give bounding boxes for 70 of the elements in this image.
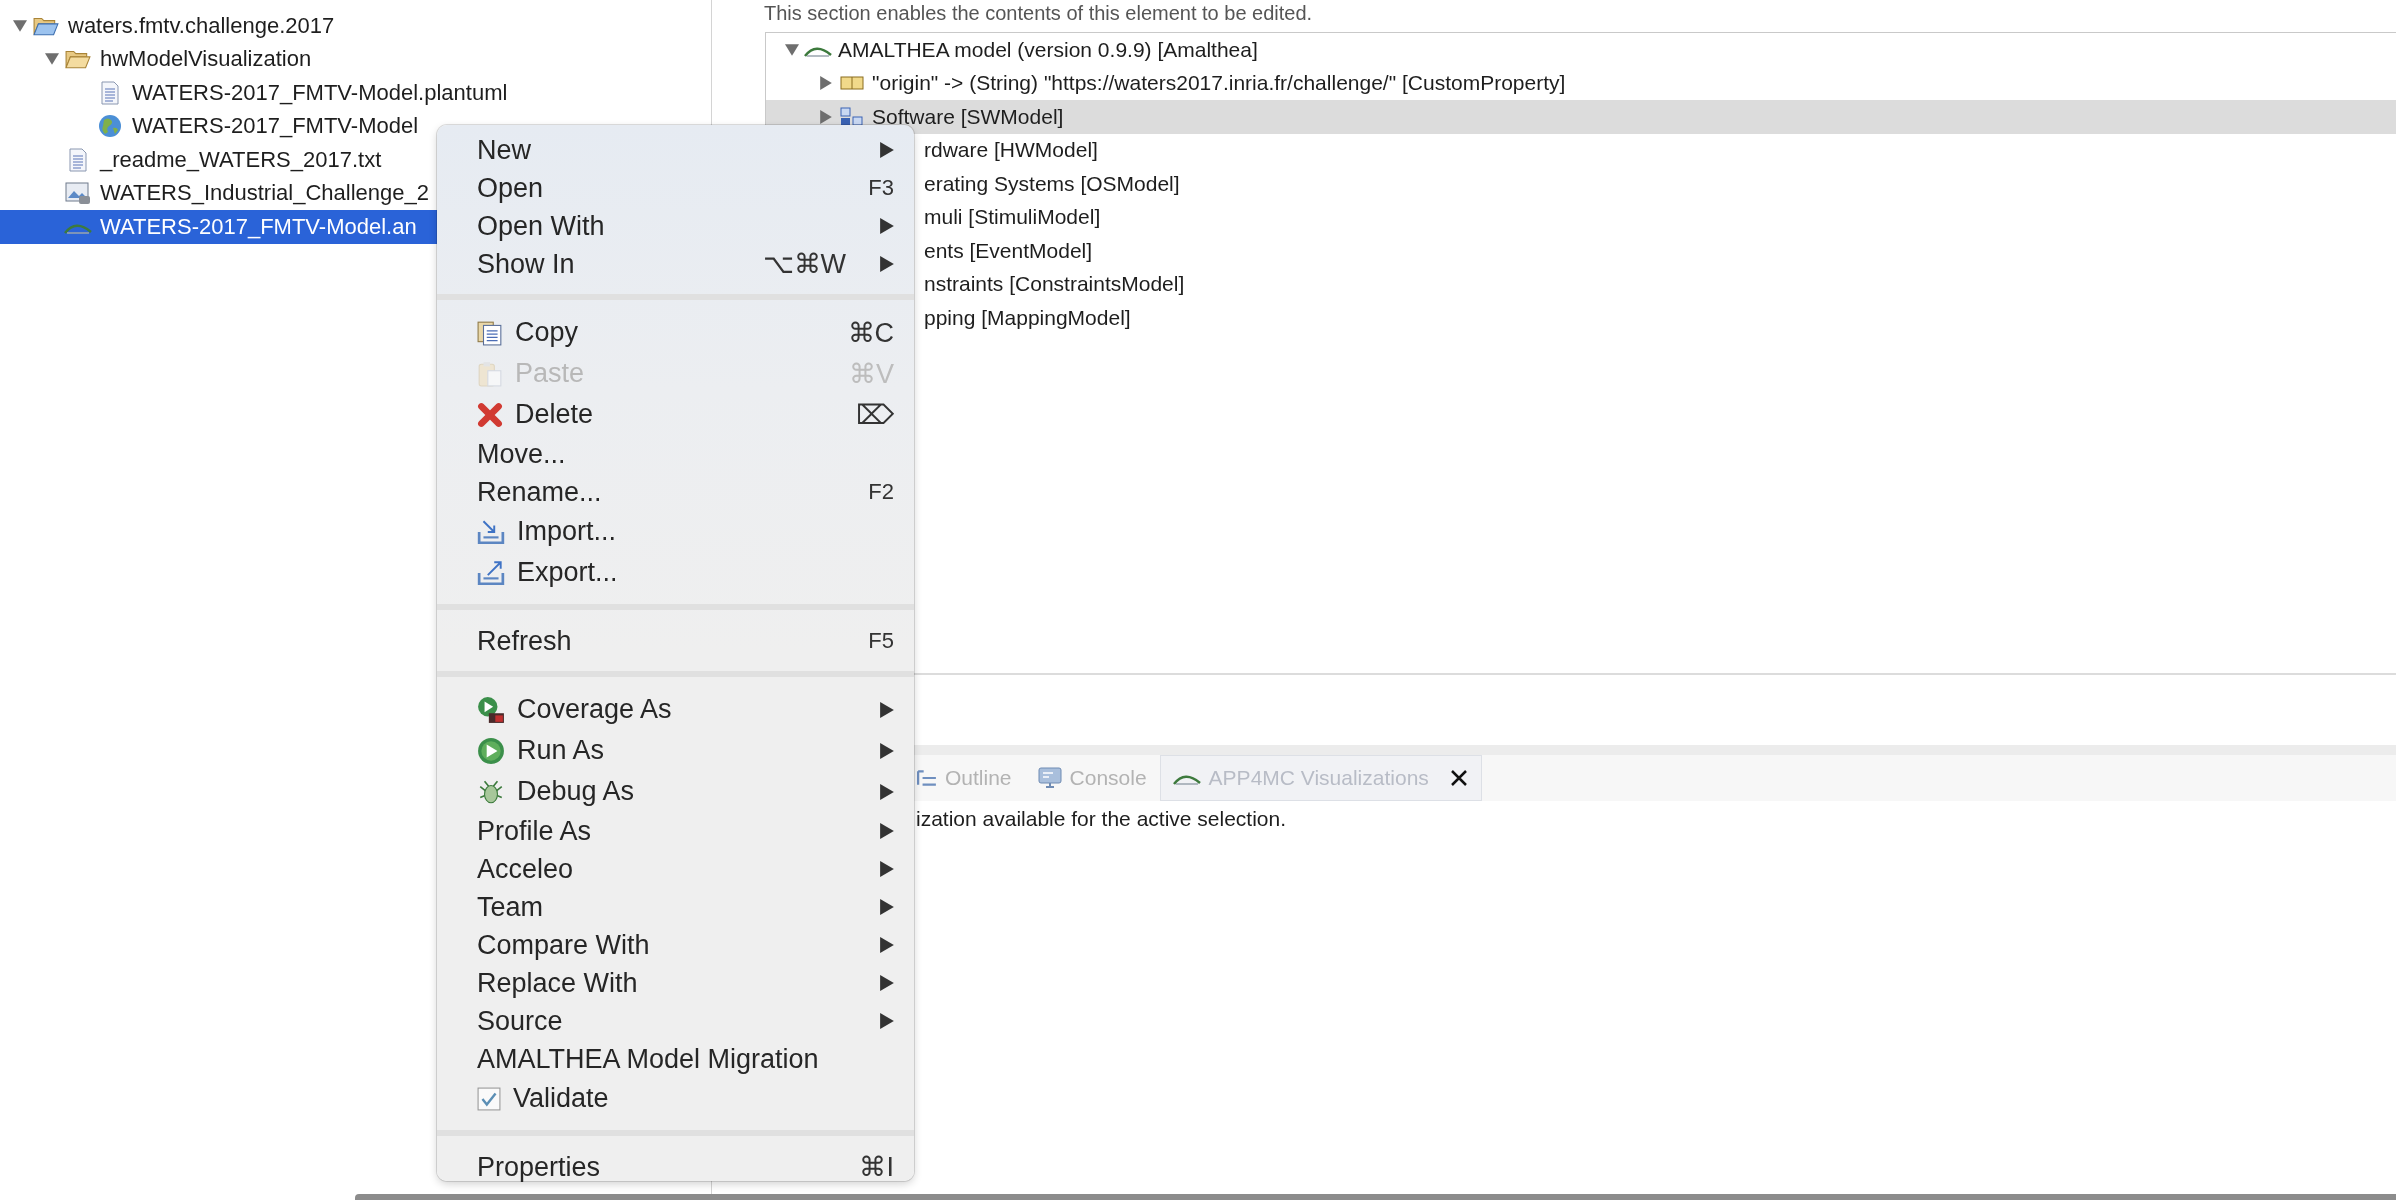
menu-item[interactable]: Validate (437, 1078, 914, 1119)
book-icon (840, 75, 864, 92)
menu-item[interactable]: Delete ⌦ (437, 394, 914, 435)
play-icon (477, 736, 505, 765)
tree-item[interactable]: "origin" -> (String) "https://waters2017.inria.fr/challenge/" [CustomProperty] (766, 66, 2396, 100)
tree-item[interactable]: waters.fmtv.challenge.2017 (0, 9, 711, 43)
menu-item[interactable]: Properties ⌘I (437, 1148, 914, 1186)
submenu-arrow-icon (880, 783, 894, 800)
monitor-icon (1037, 767, 1062, 789)
menu-item[interactable]: Coverage As (437, 689, 914, 730)
outline-icon (917, 770, 937, 786)
tree-item[interactable]: WATERS-2017_FMTV-Model.plantuml (0, 76, 711, 110)
menu-item[interactable]: Profile As (437, 812, 914, 850)
text-file-icon (68, 147, 88, 172)
shortcut-label: ⌘I (859, 1151, 894, 1183)
submenu-arrow-icon (880, 975, 894, 991)
menu-item[interactable]: Import... (437, 511, 914, 552)
submenu-arrow-icon (880, 218, 894, 234)
collapsed-triangle-icon[interactable] (819, 76, 833, 91)
tree-item[interactable]: Software [SWModel] (766, 100, 2396, 134)
menu-item[interactable]: Team (437, 888, 914, 926)
shortcut-label: ⌦ (856, 398, 894, 431)
menu-item[interactable]: Open F3 (437, 169, 914, 207)
tree-item[interactable]: AMALTHEA model (version 0.9.9) [Amalthea] (766, 33, 2396, 67)
blocks-icon (840, 106, 864, 127)
globe-icon (98, 114, 122, 139)
submenu-arrow-icon (880, 899, 894, 915)
menu-item[interactable]: Source (437, 1002, 914, 1040)
expanded-triangle-icon[interactable] (13, 18, 27, 33)
menu-item[interactable]: AMALTHEA Model Migration (437, 1040, 914, 1078)
tree-item[interactable]: hwModelVisualization (0, 42, 711, 76)
shortcut-label: ⌥⌘W (762, 248, 846, 280)
expanded-triangle-icon[interactable] (785, 42, 799, 57)
menu-item[interactable]: Export... (437, 552, 914, 593)
menu-item[interactable]: Move... (437, 435, 914, 473)
image-file-icon (65, 181, 91, 206)
submenu-arrow-icon (880, 701, 894, 718)
clipboard-icon (477, 360, 503, 387)
checkbox[interactable] (477, 1086, 501, 1111)
open-folder-icon (65, 48, 91, 71)
collapsed-triangle-icon[interactable] (819, 109, 833, 124)
submenu-arrow-icon (880, 861, 894, 877)
status-message: ization available for the active selection. (915, 806, 1288, 831)
expanded-triangle-icon[interactable] (45, 52, 59, 67)
submenu-arrow-icon (880, 1013, 894, 1029)
menu-item[interactable]: Copy ⌘C (437, 312, 914, 353)
menu-item[interactable]: Replace With (437, 964, 914, 1002)
shortcut-label: ⌘C (847, 316, 894, 349)
submenu-arrow-icon (880, 256, 894, 272)
menu-item[interactable]: Show In ⌥⌘W (437, 245, 914, 283)
menu-item[interactable]: Rename... F2 (437, 473, 914, 511)
coverage-icon (477, 695, 505, 724)
shortcut-label: F2 (868, 479, 894, 505)
import-icon (477, 518, 505, 545)
submenu-arrow-icon (880, 823, 894, 839)
export-icon (477, 559, 505, 586)
section-description: This section enables the contents of this element to be edited. (763, 1, 1314, 26)
delete-icon (477, 401, 503, 428)
menu-item[interactable]: New (437, 131, 914, 169)
submenu-arrow-icon (880, 742, 894, 759)
shortcut-label: F5 (868, 628, 894, 654)
close-icon[interactable] (1448, 768, 1469, 788)
shortcut-label: F3 (868, 175, 894, 201)
menu-item[interactable]: Refresh F5 (437, 622, 914, 660)
text-file-icon (100, 80, 120, 105)
submenu-arrow-icon (880, 937, 894, 953)
copy-icon (477, 319, 503, 346)
submenu-arrow-icon (880, 142, 894, 158)
menu-item[interactable]: Compare With (437, 926, 914, 964)
menu-item[interactable]: Acceleo (437, 850, 914, 888)
